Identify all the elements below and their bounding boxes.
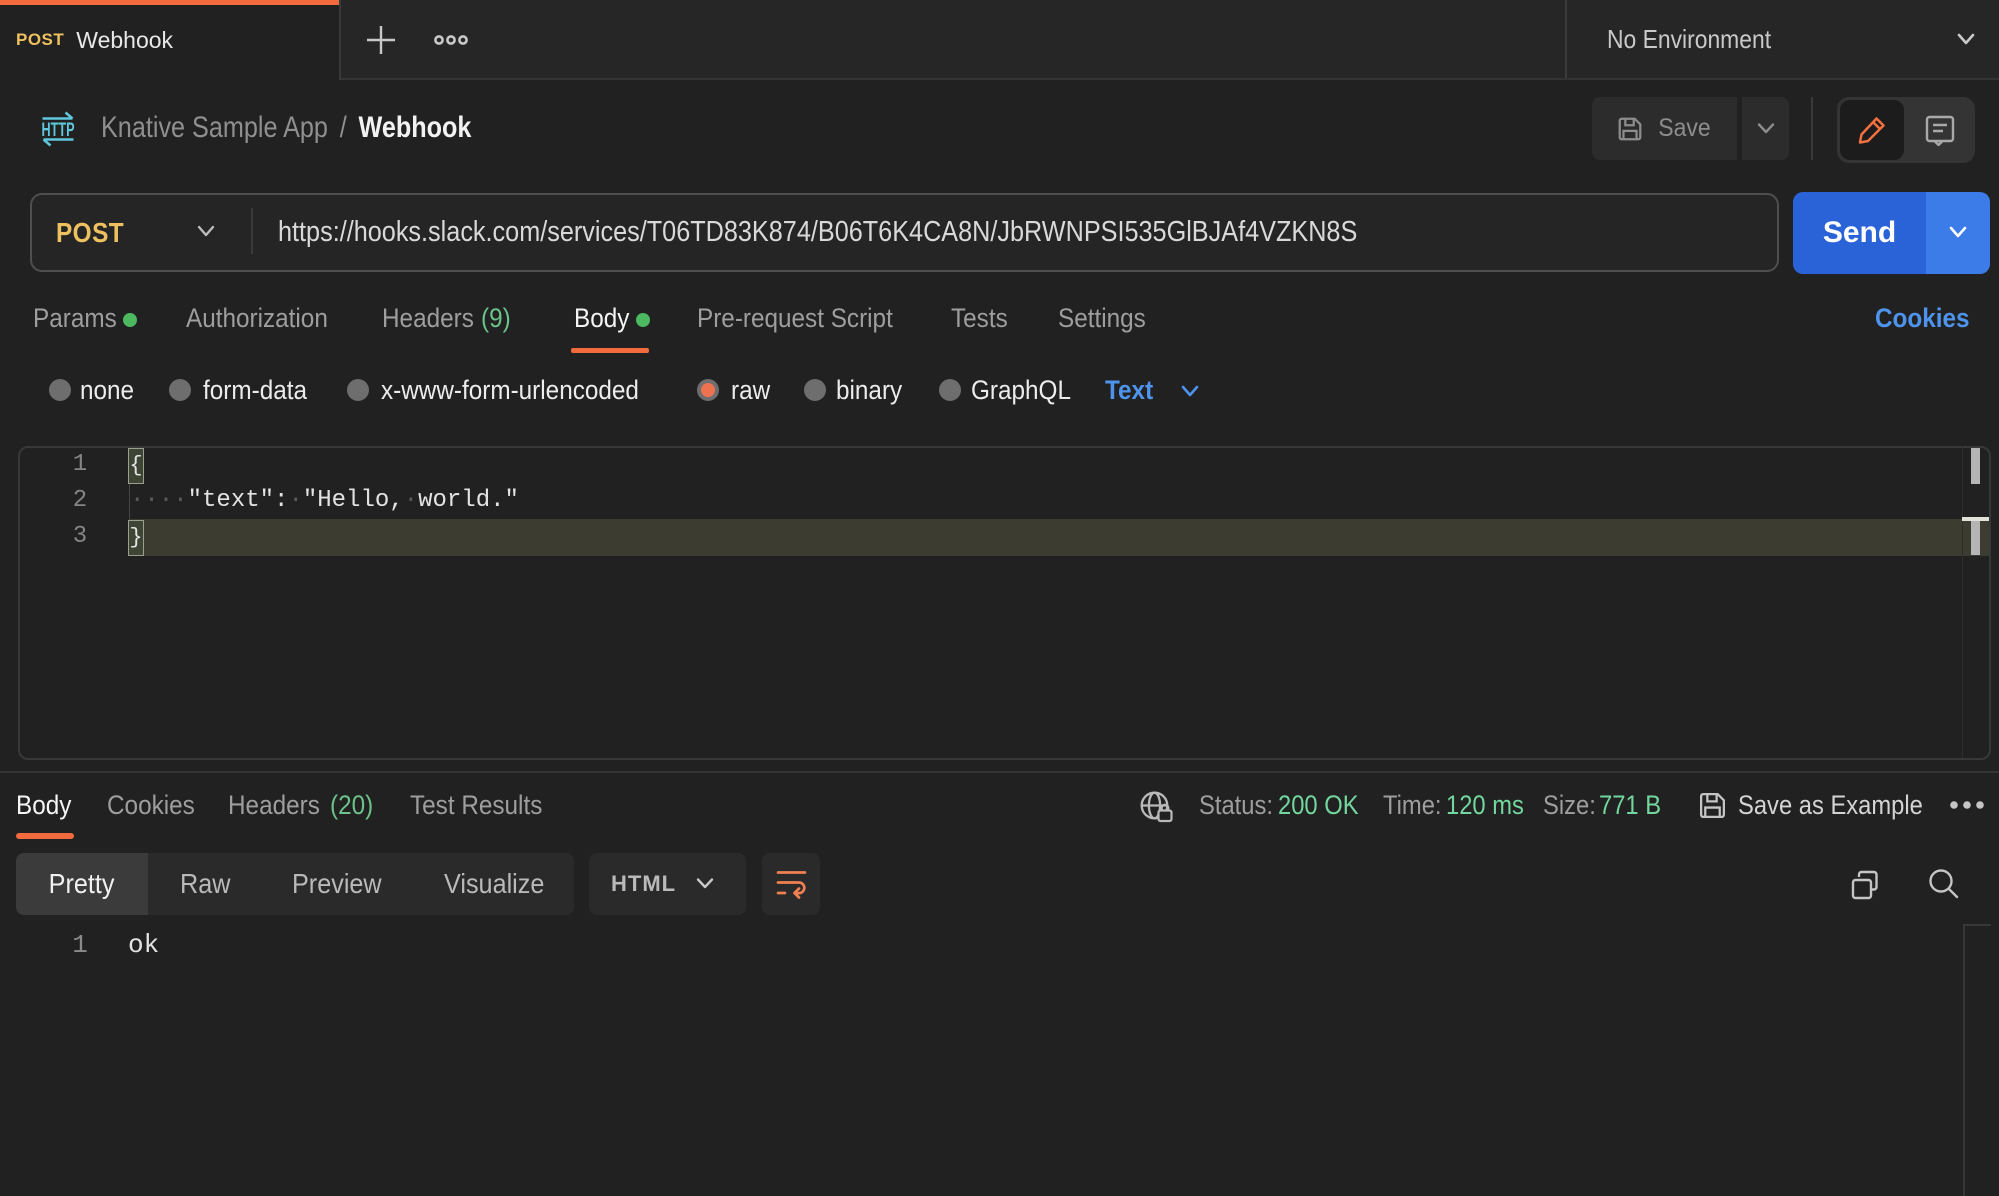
svg-text:HTTP: HTTP (42, 120, 75, 141)
